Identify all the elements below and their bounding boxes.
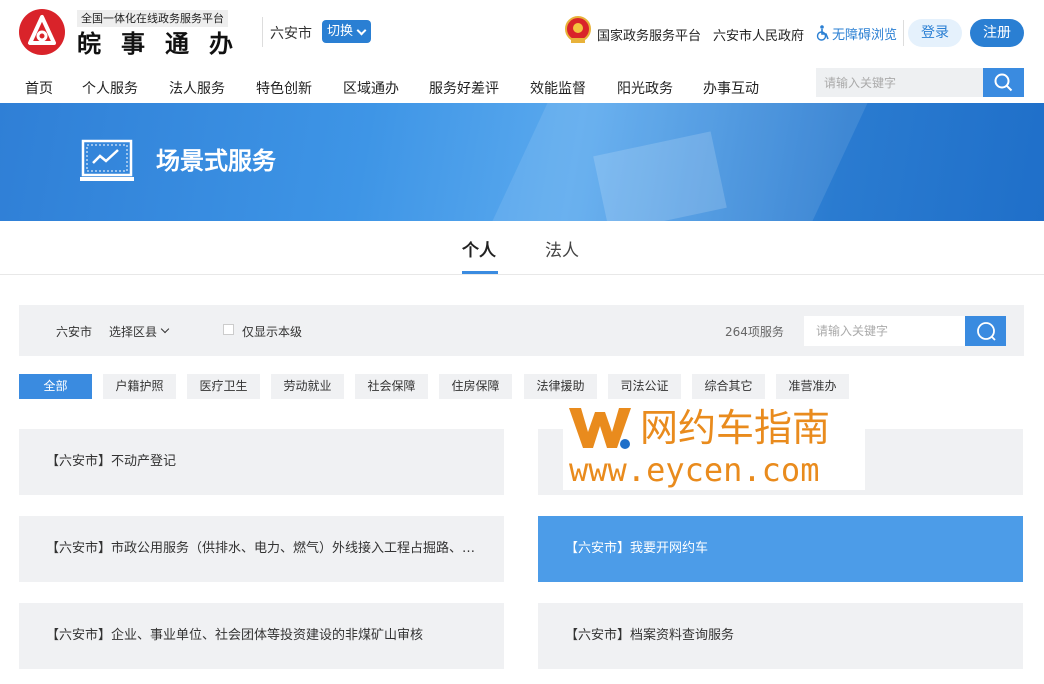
platform-tag: 全国一体化在线政务服务平台 [77, 10, 228, 27]
wheelchair-icon [816, 25, 829, 41]
accessibility-label: 无障碍浏览 [832, 28, 898, 43]
site-header: 全国一体化在线政务服务平台 皖事通办 六安市 切换 国家政务服务平台 六安市人民… [0, 0, 1044, 66]
nav-item-personal[interactable]: 个人服务 [82, 78, 138, 98]
nav-item-evaluation[interactable]: 服务好差评 [429, 78, 499, 98]
category-legal-aid[interactable]: 法律援助 [524, 374, 597, 399]
city-government-link[interactable]: 六安市人民政府 [713, 25, 804, 44]
chevron-down-icon [356, 25, 367, 36]
category-medical[interactable]: 医疗卫生 [187, 374, 260, 399]
search-icon [977, 322, 996, 341]
service-card[interactable]: 【六安市】企业、事业单位、社会团体等投资建设的非煤矿山审核 [19, 603, 504, 669]
watermark-url: www.eycen.com [569, 451, 820, 489]
category-all[interactable]: 全部 [19, 374, 92, 399]
category-employment[interactable]: 劳动就业 [271, 374, 344, 399]
tab-legal[interactable]: 法人 [545, 236, 579, 261]
service-search-button[interactable] [965, 316, 1006, 346]
register-button[interactable]: 注册 [970, 19, 1024, 47]
watermark: 网约车指南 www.eycen.com [563, 400, 865, 490]
search-icon [994, 73, 1013, 92]
divider [0, 274, 1044, 275]
category-other[interactable]: 综合其它 [692, 374, 765, 399]
site-logo[interactable] [19, 9, 65, 55]
banner-title: 场景式服务 [156, 147, 276, 175]
nav-item-regional[interactable]: 区域通办 [343, 78, 399, 98]
nav-item-interaction[interactable]: 办事互动 [703, 78, 759, 98]
nav-item-open-government[interactable]: 阳光政务 [617, 78, 673, 98]
national-platform-link[interactable]: 国家政务服务平台 [597, 25, 701, 44]
accessibility-link[interactable]: 无障碍浏览 [816, 24, 897, 43]
service-count: 264项服务 [725, 325, 784, 339]
service-search-input[interactable] [804, 316, 965, 346]
tab-personal[interactable]: 个人 [462, 236, 496, 261]
district-select[interactable]: 选择区县 [109, 323, 157, 340]
service-card[interactable]: 【六安市】我要开网约车 [538, 516, 1023, 582]
category-notary[interactable]: 司法公证 [608, 374, 681, 399]
filter-city: 六安市 [56, 325, 93, 339]
city-switch-button[interactable]: 切换 [322, 20, 371, 43]
monitor-chart-icon [80, 139, 134, 181]
category-household[interactable]: 户籍护照 [103, 374, 176, 399]
brand-name: 皖事通办 [77, 29, 253, 58]
nav-search-button[interactable] [983, 68, 1024, 97]
city-switch-label: 切换 [327, 24, 354, 39]
service-card[interactable]: 【六安市】不动产登记 [19, 429, 504, 495]
nav-search-input[interactable] [816, 68, 983, 97]
nav-item-supervision[interactable]: 效能监督 [530, 78, 586, 98]
divider [262, 17, 263, 47]
service-card[interactable]: 【六安市】档案资料查询服务 [538, 603, 1023, 669]
divider [903, 20, 904, 46]
category-housing[interactable]: 住房保障 [439, 374, 512, 399]
current-city: 六安市 [270, 26, 312, 42]
nav-item-featured[interactable]: 特色创新 [256, 78, 312, 98]
category-business-permit[interactable]: 准营准办 [776, 374, 849, 399]
national-emblem-icon [565, 16, 591, 43]
login-button[interactable]: 登录 [908, 19, 962, 47]
only-this-level-label: 仅显示本级 [242, 325, 303, 339]
service-card[interactable]: 【六安市】市政公用服务（供排水、电力、燃气）外线接入工程占掘路、… [19, 516, 504, 582]
nav-item-legal[interactable]: 法人服务 [169, 78, 225, 98]
watermark-title: 网约车指南 [640, 406, 831, 450]
watermark-logo-icon [569, 408, 631, 449]
category-social-security[interactable]: 社会保障 [355, 374, 428, 399]
nav-item-home[interactable]: 首页 [25, 78, 53, 98]
only-this-level-checkbox[interactable] [223, 324, 234, 335]
